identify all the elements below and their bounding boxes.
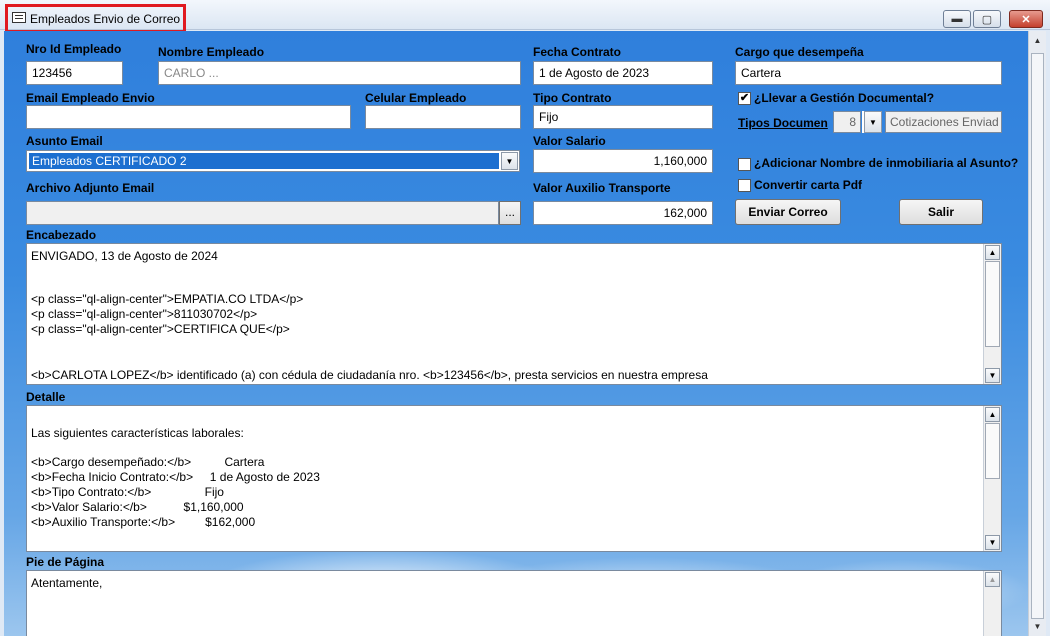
label-nombre: Nombre Empleado — [158, 45, 265, 59]
detalle-line: <b>Fecha Inicio Contrato:</b> 1 de Agost… — [31, 470, 320, 484]
label-valor-auxilio: Valor Auxilio Transporte — [533, 181, 671, 195]
chevron-down-icon[interactable]: ▼ — [864, 111, 882, 133]
label-pie: Pie de Página — [26, 555, 105, 569]
salir-button[interactable]: Salir — [899, 199, 983, 225]
label-detalle: Detalle — [26, 390, 66, 404]
cargo-field[interactable]: Cartera — [735, 61, 1002, 85]
pie-textarea[interactable]: Atentamente, ▲ — [26, 570, 1002, 636]
celular-field[interactable] — [365, 105, 521, 129]
tipo-contrato-field[interactable]: Fijo — [533, 105, 713, 129]
scroll-up-icon[interactable]: ▲ — [985, 407, 1000, 422]
label-nro-id: Nro Id Empleado — [26, 42, 122, 56]
detalle-line: <b>Auxilio Transporte:</b> $162,000 — [31, 515, 256, 529]
tipos-doc-dropdown[interactable]: ▼ — [862, 111, 882, 133]
scroll-thumb[interactable] — [1031, 53, 1044, 619]
detalle-line: <b>Valor Salario:</b> $1,160,000 — [31, 500, 244, 514]
scroll-up-icon[interactable]: ▲ — [985, 572, 1000, 587]
encabezado-line: <p class="ql-align-center">EMPATIA.CO LT… — [31, 292, 304, 306]
encabezado-line: <p class="ql-align-center">CERTIFICA QUE… — [31, 322, 290, 336]
pie-line: Atentamente, — [31, 576, 103, 590]
scroll-down-icon[interactable]: ▼ — [1031, 619, 1044, 634]
detalle-line: <b>Cargo desempeñado:</b> Cartera — [31, 455, 265, 469]
encabezado-textarea[interactable]: ENVIGADO, 13 de Agosto de 2024 <p class=… — [26, 243, 1002, 385]
scroll-up-icon[interactable]: ▲ — [1031, 33, 1044, 48]
title-bar: Empleados Envio de Correo ▬ ▢ ✕ — [0, 0, 1050, 33]
label-archivo: Archivo Adjunto Email — [26, 181, 155, 195]
detalle-line: <b>Tipo Contrato:</b> Fijo — [31, 485, 224, 499]
llevar-gestion-label: ¿Llevar a Gestión Documental? — [754, 91, 935, 105]
scroll-down-icon[interactable]: ▼ — [985, 368, 1000, 383]
form-client-area: Nro Id Empleado 123456 Nombre Empleado C… — [4, 31, 1046, 636]
llevar-gestion-checkbox[interactable]: ✔ — [738, 92, 751, 105]
encabezado-line: <p class="ql-align-center">811030702</p> — [31, 307, 258, 321]
valor-salario-field[interactable]: 1,160,000 — [533, 149, 713, 173]
scroll-thumb[interactable] — [985, 261, 1000, 347]
fecha-contrato-field[interactable]: 1 de Agosto de 2023 — [533, 61, 713, 85]
encabezado-line: <b>CARLOTA LOPEZ</b> identificado (a) co… — [31, 368, 708, 382]
maximize-button[interactable]: ▢ — [973, 10, 1001, 28]
title-highlight — [5, 4, 186, 33]
minimize-button[interactable]: ▬ — [943, 10, 971, 28]
label-fecha-contrato: Fecha Contrato — [533, 45, 622, 59]
encabezado-scrollbar[interactable]: ▲ ▼ — [983, 244, 1001, 384]
tipos-doc-name-field[interactable]: Cotizaciones Enviad — [885, 111, 1002, 133]
window-scrollbar[interactable]: ▲ ▼ — [1028, 31, 1046, 636]
label-email: Email Empleado Envio — [26, 91, 155, 105]
email-field[interactable] — [26, 105, 351, 129]
nro-id-field[interactable]: 123456 — [26, 61, 123, 85]
label-celular: Celular Empleado — [365, 91, 467, 105]
asunto-selected-value: Empleados CERTIFICADO 2 — [29, 153, 499, 169]
tipos-doc-num-field[interactable]: 8 — [833, 111, 861, 133]
detalle-scrollbar[interactable]: ▲ ▼ — [983, 406, 1001, 551]
scroll-down-icon[interactable]: ▼ — [985, 535, 1000, 550]
label-tipo-contrato: Tipo Contrato — [533, 91, 612, 105]
chevron-down-icon[interactable]: ▼ — [501, 152, 518, 170]
close-button[interactable]: ✕ — [1009, 10, 1043, 28]
nombre-field[interactable]: CARLO ... — [158, 61, 521, 85]
enviar-correo-button[interactable]: Enviar Correo — [735, 199, 841, 225]
detalle-line: Las siguientes características laborales… — [31, 426, 244, 440]
adicionar-nombre-label: ¿Adicionar Nombre de inmobiliaria al Asu… — [754, 156, 1019, 170]
label-cargo: Cargo que desempeña — [735, 45, 864, 59]
scroll-up-icon[interactable]: ▲ — [985, 245, 1000, 260]
adicionar-nombre-checkbox[interactable] — [738, 158, 751, 171]
label-valor-salario: Valor Salario — [533, 134, 606, 148]
asunto-select[interactable]: Empleados CERTIFICADO 2 ▼ — [26, 150, 520, 172]
browse-button[interactable]: ... — [499, 201, 521, 225]
convertir-pdf-checkbox[interactable] — [738, 179, 751, 192]
label-encabezado: Encabezado — [26, 228, 97, 242]
valor-auxilio-field[interactable]: 162,000 — [533, 201, 713, 225]
convertir-pdf-label: Convertir carta Pdf — [754, 178, 863, 192]
pie-scrollbar[interactable]: ▲ — [983, 571, 1001, 636]
detalle-textarea[interactable]: Las siguientes características laborales… — [26, 405, 1002, 552]
scroll-thumb[interactable] — [985, 423, 1000, 479]
encabezado-line: ENVIGADO, 13 de Agosto de 2024 — [31, 249, 218, 263]
label-asunto: Asunto Email — [26, 134, 103, 148]
archivo-field[interactable] — [26, 201, 499, 225]
tipos-documen-link[interactable]: Tipos Documen — [738, 116, 828, 130]
